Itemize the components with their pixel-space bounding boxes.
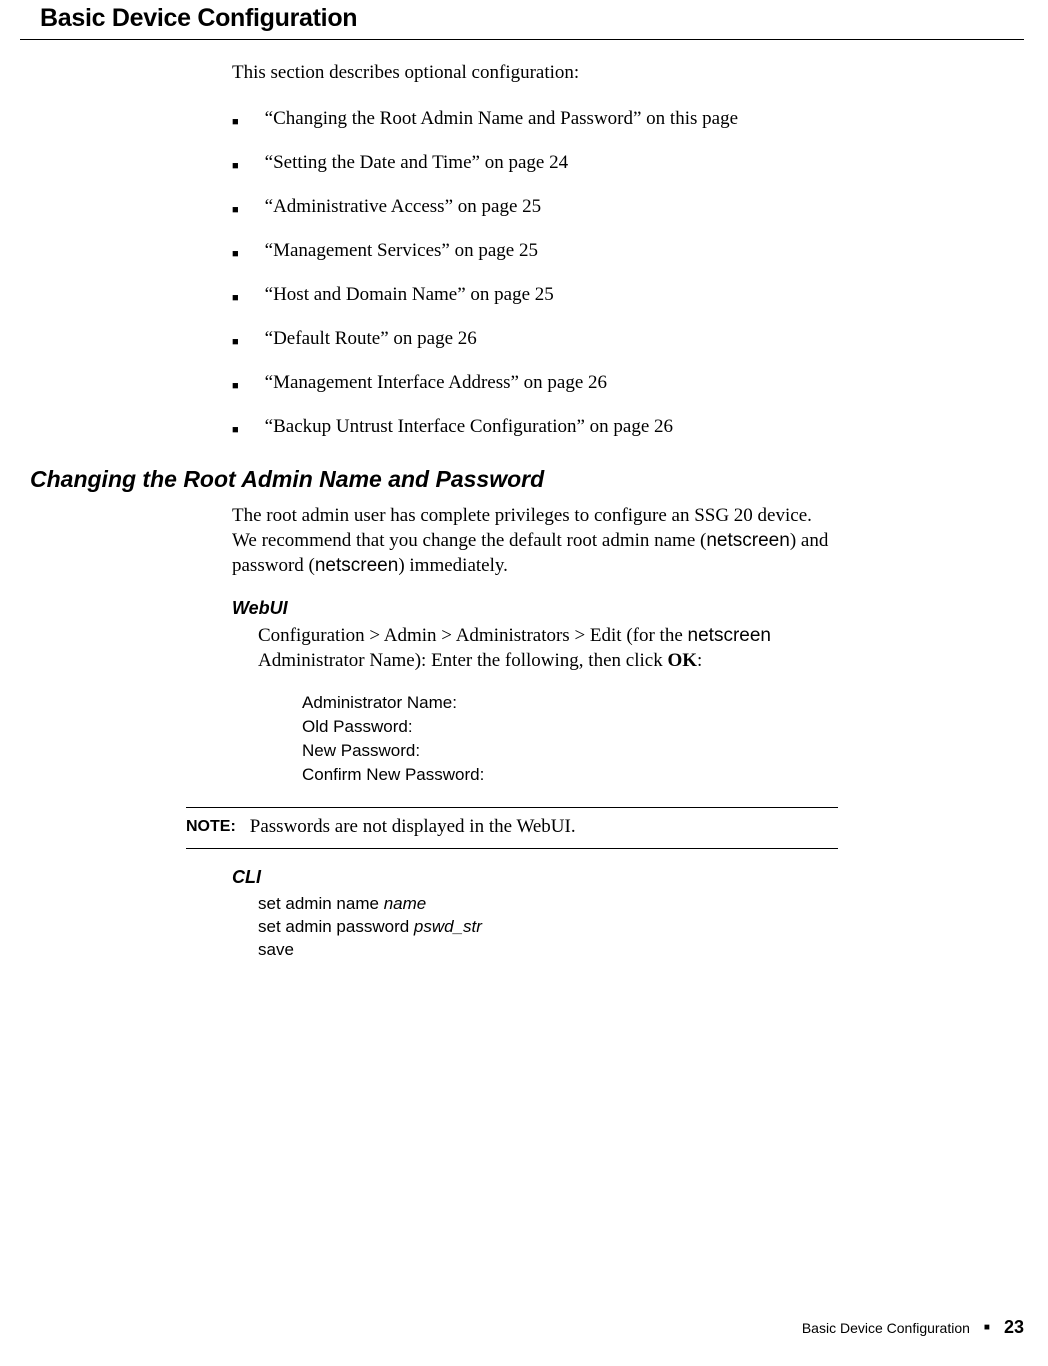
square-bullet-icon: ■ <box>232 113 239 132</box>
list-item-text: “Host and Domain Name” on page 25 <box>265 284 554 306</box>
text-run: ) immediately. <box>398 555 508 576</box>
form-field-label: New Password: <box>302 739 838 763</box>
text-run: OK <box>667 650 697 671</box>
form-field-label: Confirm New Password: <box>302 763 838 787</box>
form-field-label: Old Password: <box>302 715 838 739</box>
section-paragraph: The root admin user has complete privile… <box>232 503 838 578</box>
page: Basic Device Configuration This section … <box>0 0 1048 1366</box>
form-field-list: Administrator Name: Old Password: New Pa… <box>302 691 838 787</box>
list-item-text: “Setting the Date and Time” on page 24 <box>265 152 568 174</box>
square-bullet-icon: ■ <box>232 289 239 308</box>
square-bullet-icon: ■ <box>232 245 239 264</box>
text-run: netscreen <box>688 625 771 646</box>
webui-path: Configuration > Admin > Administrators >… <box>258 623 838 673</box>
text-run: name <box>384 894 427 913</box>
list-item: ■ “Changing the Root Admin Name and Passw… <box>232 108 838 132</box>
list-item-text: “Changing the Root Admin Name and Passwo… <box>265 108 738 130</box>
list-item: ■ “Backup Untrust Interface Configuration… <box>232 416 838 440</box>
section-body: The root admin user has complete privile… <box>232 503 838 961</box>
square-bullet-icon: ■ <box>232 333 239 352</box>
page-title: Basic Device Configuration <box>20 0 1024 40</box>
note-text: Passwords are not displayed in the WebUI… <box>250 816 576 838</box>
text-run: set admin password <box>258 917 414 936</box>
cli-heading: CLI <box>232 867 838 888</box>
form-field-label: Administrator Name: <box>302 691 838 715</box>
text-run: netscreen <box>706 530 789 551</box>
list-item: ■ “Management Services” on page 25 <box>232 240 838 264</box>
list-item: ■ “Management Interface Address” on page … <box>232 372 838 396</box>
square-bullet-icon: ■ <box>232 421 239 440</box>
webui-heading: WebUI <box>232 598 838 619</box>
list-item-text: “Administrative Access” on page 25 <box>265 196 541 218</box>
intro-text: This section describes optional configur… <box>232 62 838 84</box>
square-bullet-icon: ■ <box>984 1322 990 1333</box>
cli-line: set admin name name <box>258 892 838 915</box>
square-bullet-icon: ■ <box>232 377 239 396</box>
text-run: netscreen <box>315 555 398 576</box>
list-item-text: “Management Services” on page 25 <box>265 240 538 262</box>
list-item: ■ “Host and Domain Name” on page 25 <box>232 284 838 308</box>
list-item-text: “Default Route” on page 26 <box>265 328 477 350</box>
list-item-text: “Management Interface Address” on page 2… <box>265 372 607 394</box>
note-block: NOTE: Passwords are not displayed in the… <box>186 807 838 849</box>
text-run: Administrator Name): Enter the following… <box>258 650 667 671</box>
text-run: pswd_str <box>414 917 482 936</box>
cli-block: set admin name name set admin password p… <box>258 892 838 961</box>
cli-line: set admin password pswd_str <box>258 915 838 938</box>
list-item: ■ “Default Route” on page 26 <box>232 328 838 352</box>
list-item: ■ “Setting the Date and Time” on page 24 <box>232 152 838 176</box>
text-run: set admin name <box>258 894 384 913</box>
footer-text: Basic Device Configuration <box>802 1320 970 1336</box>
note-label: NOTE: <box>186 816 236 838</box>
square-bullet-icon: ■ <box>232 201 239 220</box>
bullet-list: ■ “Changing the Root Admin Name and Passw… <box>232 108 838 440</box>
text-run: Configuration > Admin > Administrators >… <box>258 625 688 646</box>
square-bullet-icon: ■ <box>232 157 239 176</box>
page-number: 23 <box>1004 1317 1024 1338</box>
list-item: ■ “Administrative Access” on page 25 <box>232 196 838 220</box>
body-column: This section describes optional configur… <box>232 62 838 440</box>
cli-line: save <box>258 938 838 961</box>
section-heading: Changing the Root Admin Name and Passwor… <box>30 466 1008 493</box>
list-item-text: “Backup Untrust Interface Configuration”… <box>265 416 673 438</box>
page-footer: Basic Device Configuration ■ 23 <box>802 1317 1024 1338</box>
text-run: : <box>697 650 702 671</box>
